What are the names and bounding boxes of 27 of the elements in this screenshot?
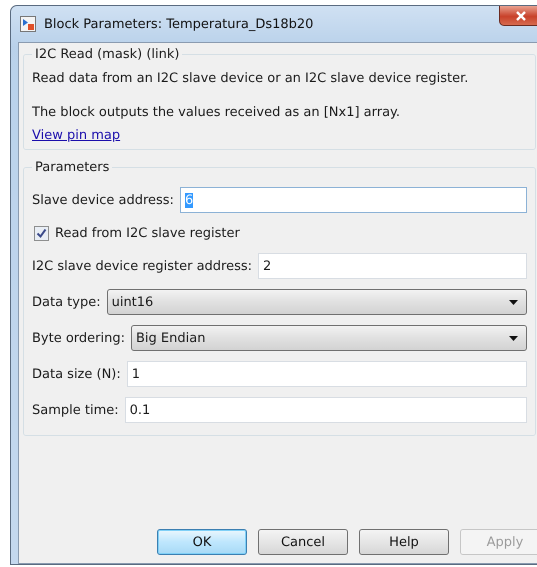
group-title: I2C Read (mask) (link) <box>34 47 180 62</box>
field-label: Data size (N): <box>32 366 121 382</box>
field-label: Byte ordering: <box>32 330 125 346</box>
dropdown-arrow-icon <box>509 300 518 304</box>
dialog-button[interactable]: Help <box>359 529 449 555</box>
field-label: Data type: <box>32 294 101 310</box>
pin-map-link[interactable]: View pin map <box>32 128 120 143</box>
window-title: Block Parameters: Temperatura_Ds18b20 <box>44 16 314 32</box>
dialog-button[interactable]: OK <box>157 529 247 555</box>
input-field[interactable]: 1 <box>126 361 527 387</box>
dropdown-arrow-icon <box>509 336 518 340</box>
description-text: Read data from an I2C slave device or an I2C slave device register. <box>32 70 470 88</box>
close-icon <box>515 10 527 20</box>
field-label: Slave device address: <box>32 192 174 208</box>
field-label: I2C slave device register address: <box>32 258 252 274</box>
block-icon <box>20 16 36 32</box>
input-field[interactable]: 0.1 <box>124 397 527 423</box>
checkbox[interactable] <box>34 226 49 240</box>
input-field[interactable]: 2 <box>258 253 527 279</box>
description-text: The block outputs the values received as an [Nx1] array. <box>32 104 402 122</box>
group-title: Parameters <box>34 160 110 175</box>
dialog-button[interactable]: Cancel <box>258 529 348 555</box>
field-label: Sample time: <box>32 402 119 418</box>
checkbox-label: Read from I2C slave register <box>55 226 240 240</box>
close-button[interactable] <box>499 6 537 26</box>
dropdown[interactable]: uint16 <box>106 289 527 315</box>
dropdown[interactable]: Big Endian <box>131 325 527 351</box>
